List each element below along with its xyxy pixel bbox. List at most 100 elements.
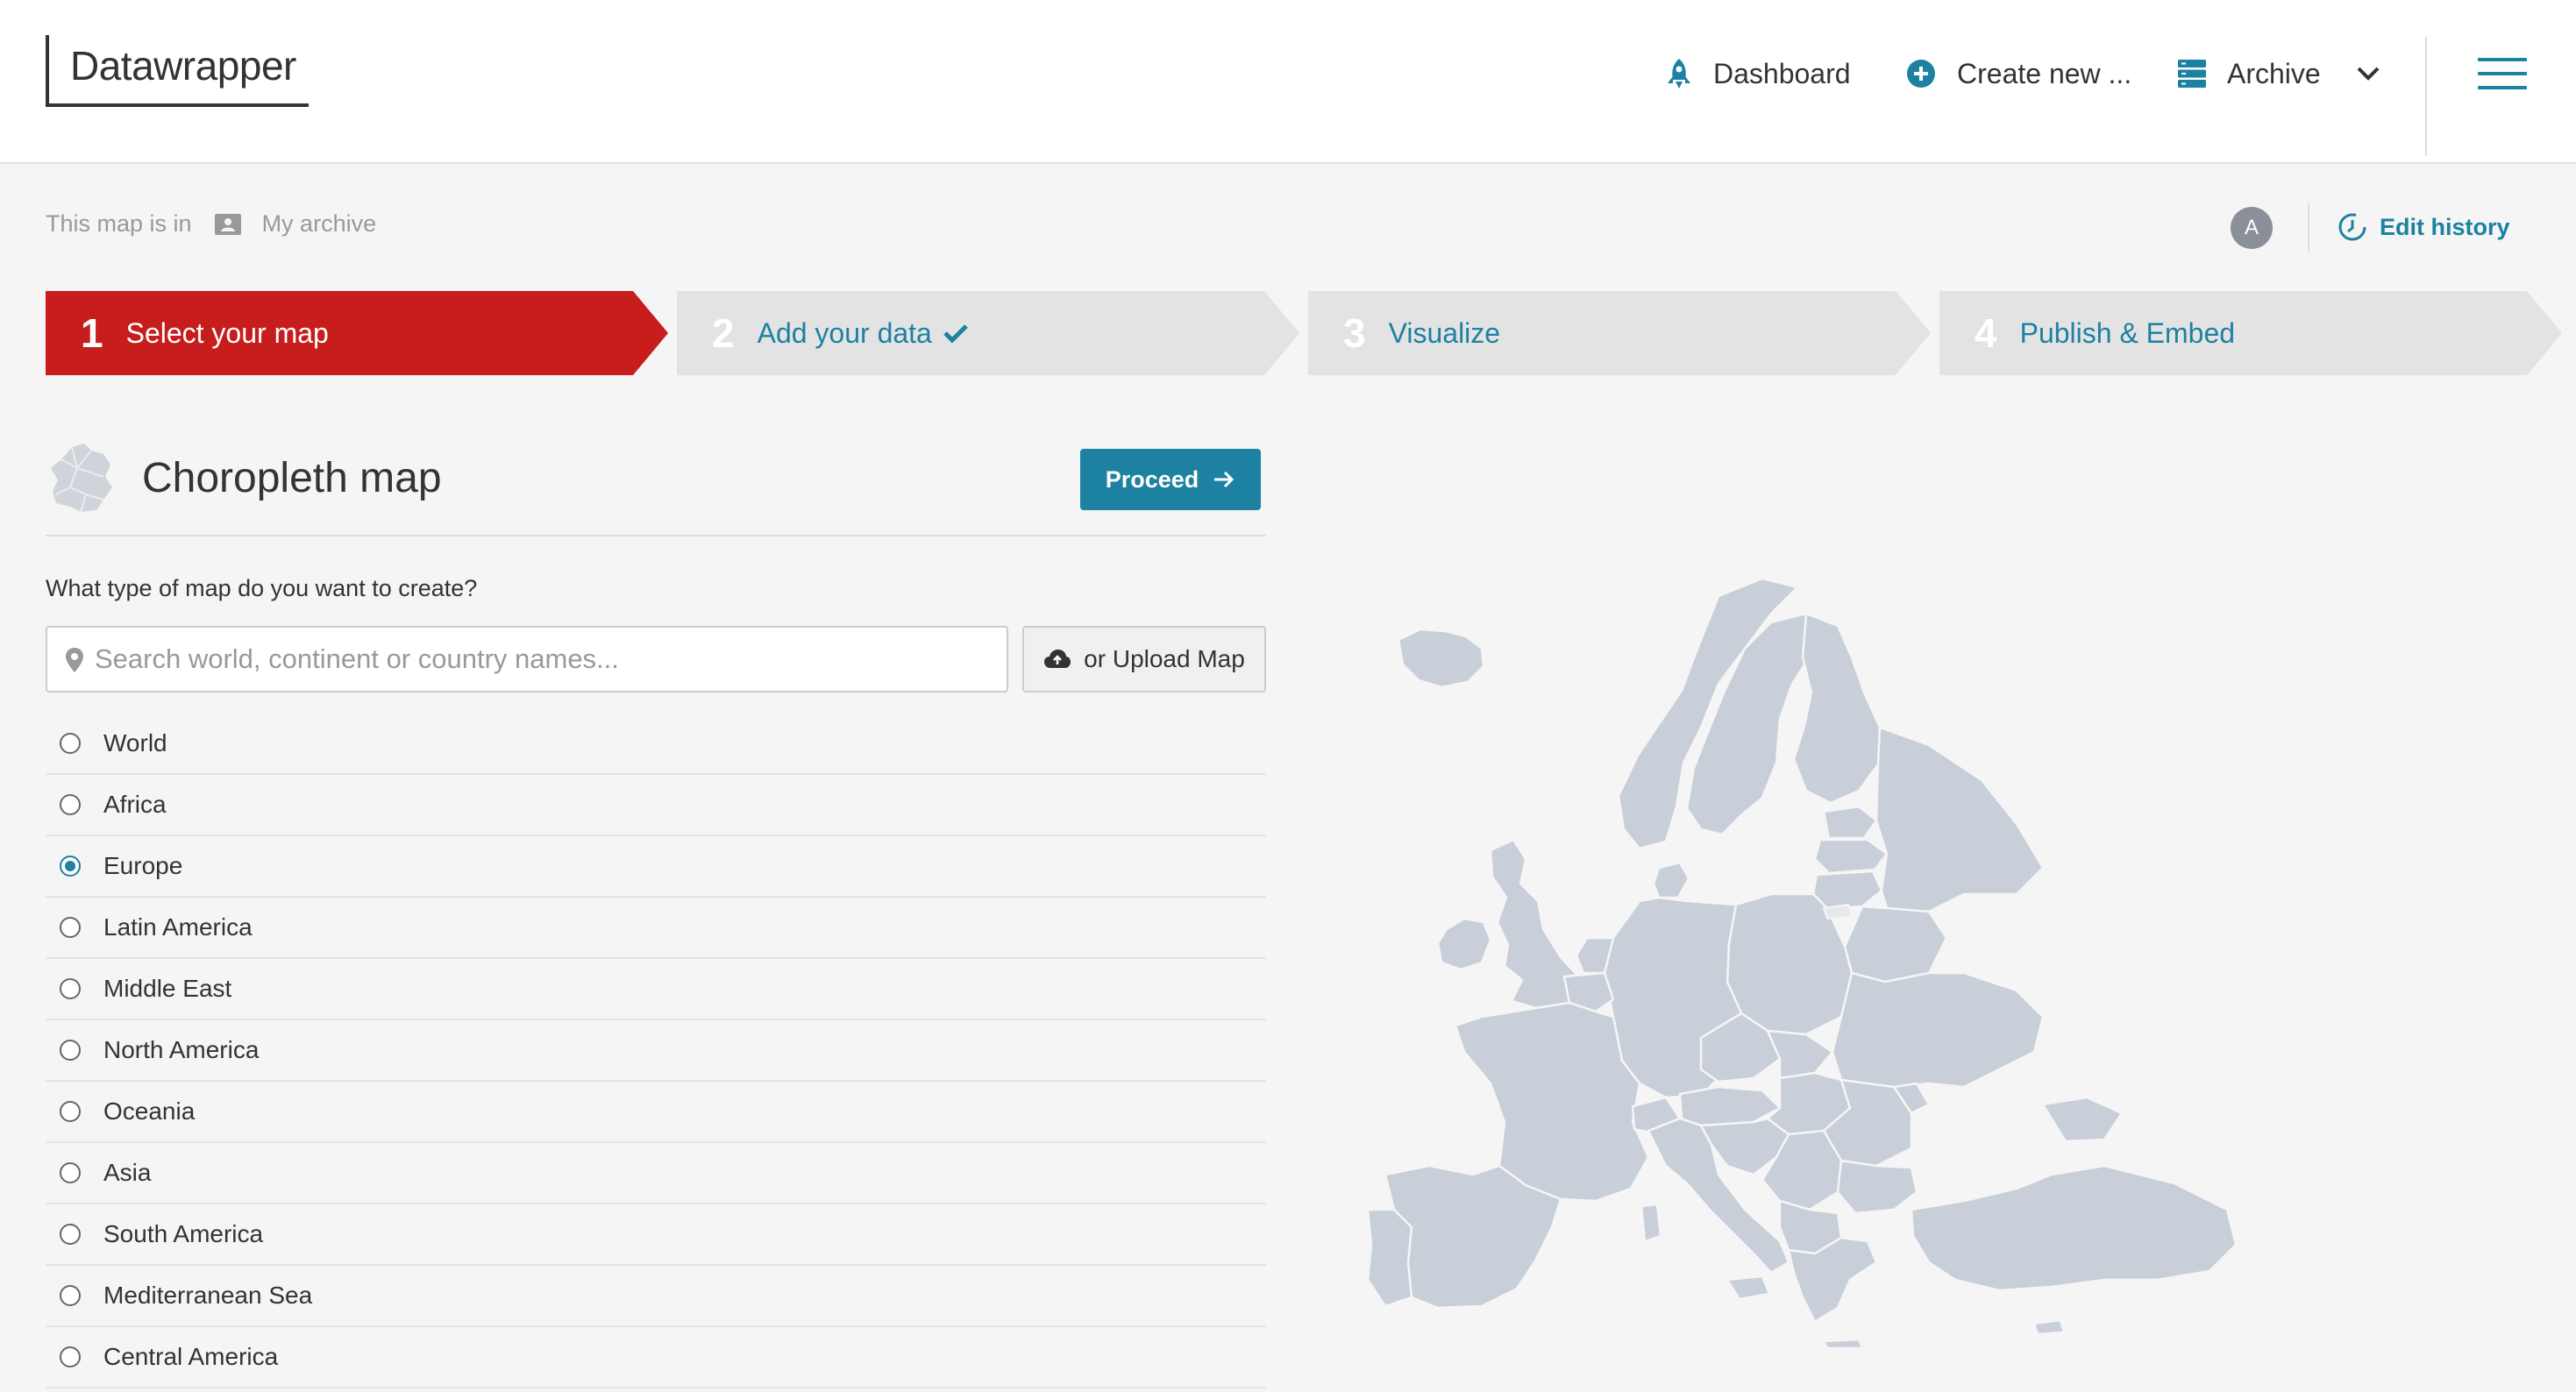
option-label: Africa: [103, 791, 167, 818]
radio-button[interactable]: [60, 1346, 81, 1367]
map-search-field[interactable]: [46, 626, 1008, 692]
map-region-turkey: [1910, 1164, 2238, 1292]
map-region-crete: [1822, 1338, 1864, 1350]
option-north-america[interactable]: North America: [46, 1020, 1266, 1082]
radio-button[interactable]: [60, 917, 81, 938]
rocket-icon: [1668, 59, 1690, 89]
map-location: This map is in My archive: [46, 210, 376, 238]
map-region-bulgaria: [1836, 1159, 1918, 1215]
radio-button[interactable]: [60, 1162, 81, 1183]
map-region-cyprus: [2032, 1318, 2066, 1336]
step-label: Select your map: [125, 316, 329, 349]
option-label: North America: [103, 1036, 260, 1063]
option-europe[interactable]: Europe: [46, 836, 1266, 898]
choropleth-map-icon: [51, 444, 112, 513]
logo-text: Datawrapper: [70, 43, 296, 89]
map-region-iceland: [1397, 628, 1485, 689]
map-region-sardinia: [1640, 1203, 1662, 1243]
nav-create-new[interactable]: Create new ...: [1906, 49, 2131, 98]
nav-dashboard[interactable]: Dashboard: [1666, 49, 1851, 98]
map-region-portugal: [1366, 1208, 1413, 1308]
step-visualize[interactable]: 3 Visualize: [1308, 291, 1931, 375]
map-region-denmark: [1652, 861, 1690, 899]
cloud-upload-icon: [1044, 650, 1071, 668]
edit-history-button[interactable]: Edit history: [2338, 212, 2510, 242]
radio-button[interactable]: [60, 1040, 81, 1061]
edit-history-label: Edit history: [2380, 213, 2510, 240]
checkmark-icon: [943, 324, 968, 344]
upload-map-button[interactable]: or Upload Map: [1022, 626, 1266, 692]
map-type-list: World Africa Europe Latin America Middle…: [46, 714, 1266, 1388]
nav-archive-label: Archive: [2227, 57, 2321, 89]
step-add-data[interactable]: 2 Add your data: [677, 291, 1299, 375]
radio-button[interactable]: [60, 1224, 81, 1245]
history-clock-icon: [2338, 213, 2366, 241]
folder-name[interactable]: My archive: [262, 210, 377, 238]
map-type-header: Choropleth map Proceed: [46, 438, 1266, 536]
step-select-map[interactable]: 1 Select your map: [46, 291, 668, 375]
nav-create-new-label: Create new ...: [1957, 57, 2132, 89]
proceed-label: Proceed: [1105, 465, 1199, 493]
proceed-button[interactable]: Proceed: [1080, 449, 1261, 510]
radio-button[interactable]: [60, 794, 81, 815]
radio-button[interactable]: [60, 1101, 81, 1122]
step-label: Add your data: [757, 316, 932, 349]
option-label: Asia: [103, 1159, 152, 1186]
option-label: Europe: [103, 852, 183, 879]
map-region-belarus: [1843, 905, 1948, 984]
step-number: 4: [1975, 310, 1997, 356]
meta-divider: [2308, 203, 2309, 252]
nav-dashboard-label: Dashboard: [1713, 57, 1851, 89]
option-label: World: [103, 729, 167, 756]
step-number: 2: [712, 310, 735, 356]
map-region-ukraine: [1831, 971, 2045, 1089]
nav-archive[interactable]: Archive: [2178, 49, 2380, 98]
step-label: Visualize: [1388, 316, 1501, 349]
map-region-finland: [1792, 612, 1882, 805]
map-region-latvia: [1813, 838, 1889, 875]
option-mediterranean-sea[interactable]: Mediterranean Sea: [46, 1266, 1266, 1327]
map-search-input[interactable]: [95, 631, 989, 687]
map-region-estonia: [1822, 805, 1878, 840]
europe-map-preview: [1366, 577, 2238, 1350]
step-number: 1: [81, 310, 103, 356]
option-central-america[interactable]: Central America: [46, 1327, 1266, 1388]
option-asia[interactable]: Asia: [46, 1143, 1266, 1204]
option-label: Mediterranean Sea: [103, 1282, 313, 1309]
location-prefix: This map is in: [46, 210, 192, 237]
upload-map-label: or Upload Map: [1084, 645, 1245, 672]
option-middle-east[interactable]: Middle East: [46, 959, 1266, 1020]
archive-icon: [2178, 60, 2206, 88]
option-latin-america[interactable]: Latin America: [46, 898, 1266, 959]
map-region-caucasus: [2041, 1096, 2124, 1143]
user-folder-icon: [214, 213, 241, 235]
radio-button-checked[interactable]: [60, 856, 81, 877]
datawrapper-logo[interactable]: Datawrapper: [46, 35, 309, 107]
option-oceania[interactable]: Oceania: [46, 1082, 1266, 1143]
option-label: Latin America: [103, 913, 253, 941]
avatar[interactable]: A: [2231, 207, 2273, 249]
map-type-title: Choropleth map: [142, 455, 442, 501]
arrow-right-icon: [1214, 471, 1235, 488]
nav-divider: [2425, 37, 2427, 156]
map-type-question: What type of map do you want to create?: [46, 575, 478, 601]
step-publish-embed[interactable]: 4 Publish & Embed: [1939, 291, 2562, 375]
option-world[interactable]: World: [46, 714, 1266, 775]
radio-button[interactable]: [60, 733, 81, 754]
option-label: Central America: [103, 1343, 279, 1370]
map-region-kaliningrad: [1822, 903, 1854, 920]
option-label: Middle East: [103, 975, 232, 1002]
hamburger-menu-icon[interactable]: [2478, 58, 2527, 89]
radio-button[interactable]: [60, 978, 81, 999]
option-africa[interactable]: Africa: [46, 775, 1266, 836]
option-label: Oceania: [103, 1097, 196, 1125]
map-marker-icon: [66, 648, 83, 672]
chevron-down-icon[interactable]: [2356, 66, 2380, 82]
radio-button[interactable]: [60, 1285, 81, 1306]
plus-circle-icon: [1907, 60, 1935, 88]
option-south-america[interactable]: South America: [46, 1204, 1266, 1266]
map-region-russia: [1875, 726, 2045, 913]
map-region-sicily: [1726, 1275, 1771, 1301]
map-region-slovakia: [1766, 1029, 1834, 1080]
top-navigation: Datawrapper Dashboard Create new ... Arc…: [0, 0, 2576, 164]
